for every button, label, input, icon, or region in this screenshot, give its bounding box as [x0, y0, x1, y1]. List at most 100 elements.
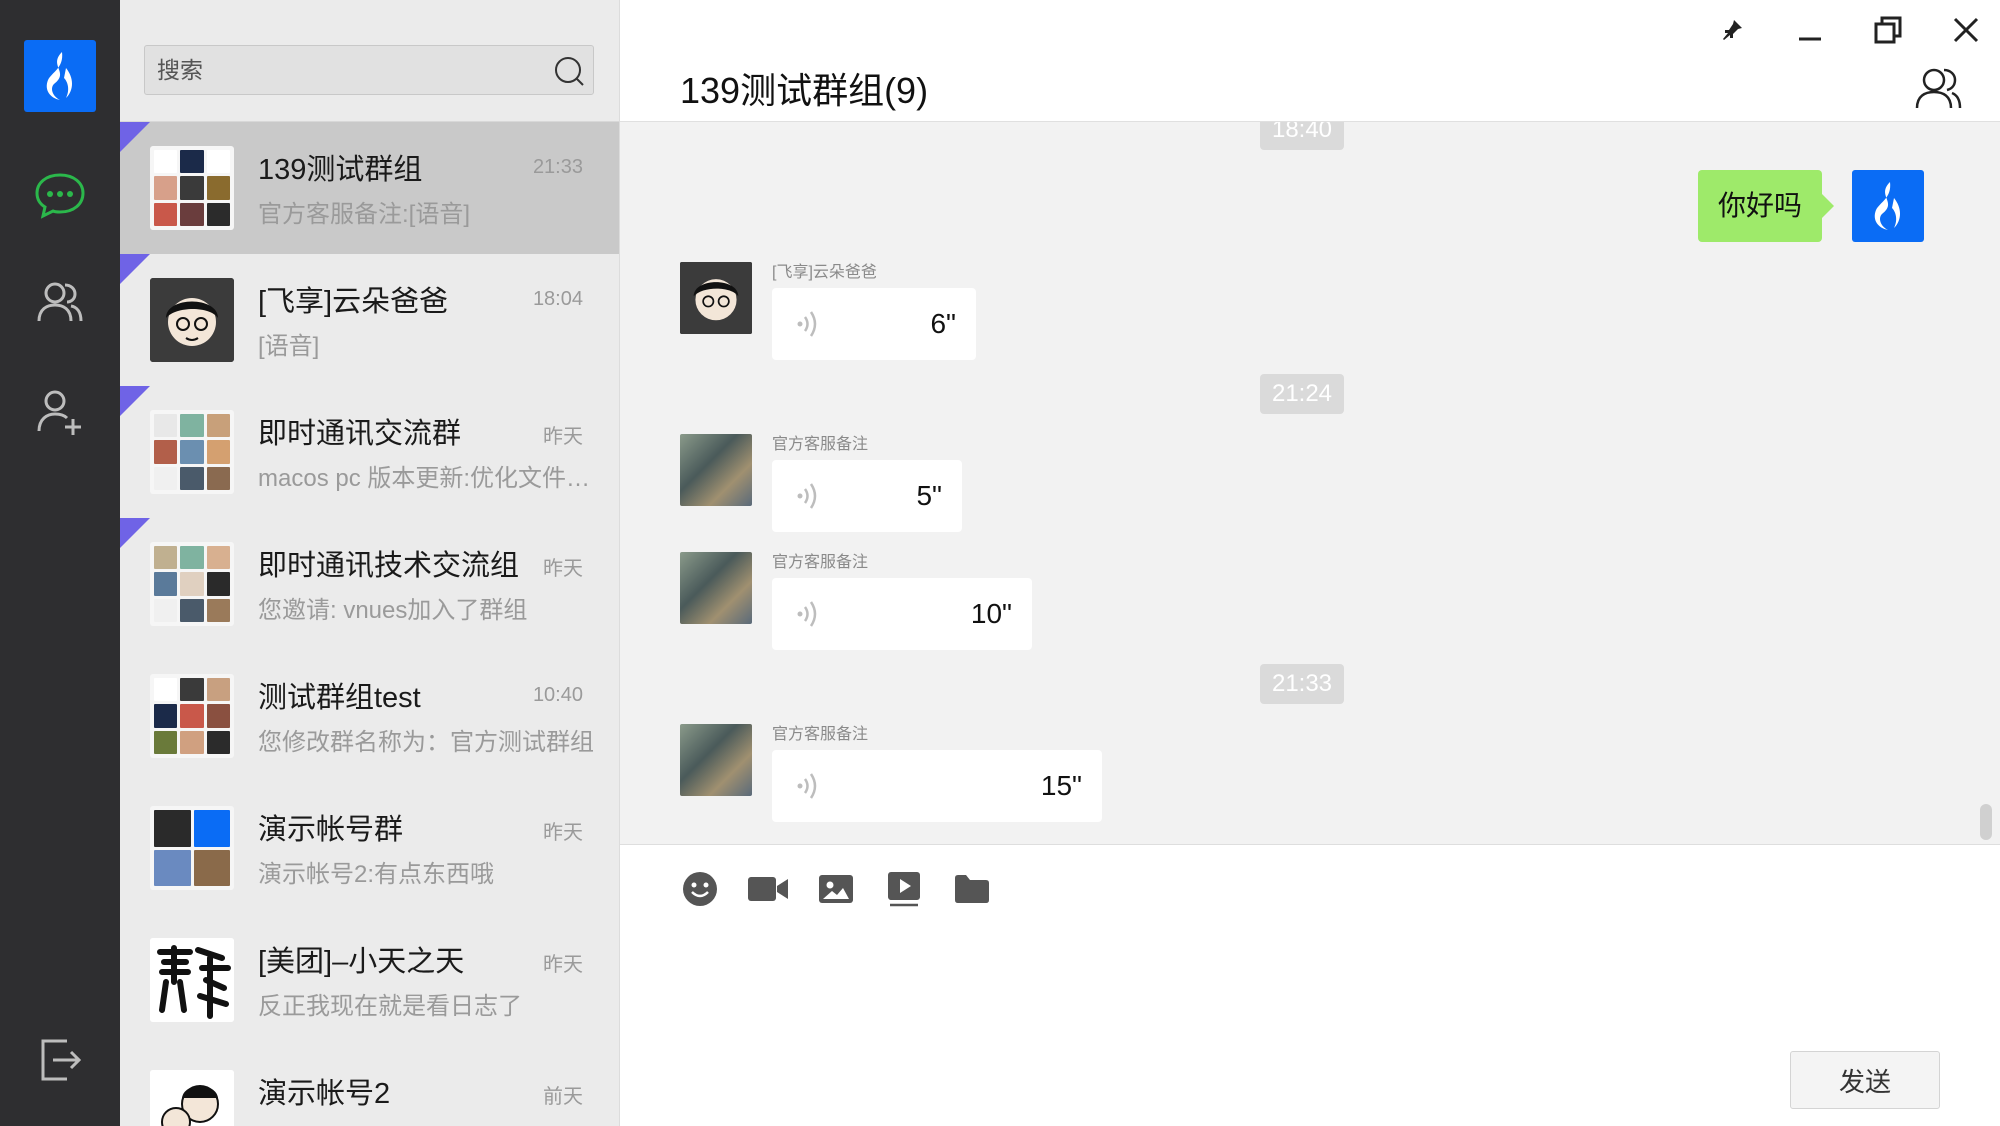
rail-chats-button[interactable] [30, 166, 90, 226]
conversation-item[interactable]: [美团]–小天之天 昨天 反正我现在就是看日志了 [120, 914, 619, 1046]
minimize-button[interactable] [1788, 8, 1832, 52]
message-input[interactable] [680, 935, 1940, 1035]
conversation-time: 昨天 [543, 954, 583, 976]
avatar [150, 806, 234, 890]
group-members-icon [1915, 68, 1962, 109]
pinned-marker [120, 386, 150, 416]
add-contact-icon [37, 390, 81, 435]
conversation-item[interactable]: 演示帐号群 昨天 演示帐号2:有点东西哦 [120, 782, 619, 914]
conversation-time: 21:33 [532, 156, 583, 178]
conversation-preview: 演示帐号2:有点东西哦 [258, 861, 495, 888]
voice-duration: 10" [970, 598, 1012, 629]
avatar[interactable] [680, 724, 752, 796]
conversation-name: 测试群组test [258, 682, 421, 714]
conversation-time: 18:04 [532, 288, 583, 310]
outgoing-message[interactable]: 你好吗 [1697, 170, 1835, 242]
self-avatar [1852, 170, 1924, 242]
video-file-icon [888, 872, 920, 907]
voice-duration: 15" [1040, 770, 1082, 801]
emoji-icon [683, 872, 717, 906]
avatar [150, 1070, 234, 1126]
message-timestamp: 21:24 [1260, 374, 1344, 414]
logout-icon [41, 1039, 82, 1081]
message-list[interactable]: 18:40 你好吗 [飞享]云朵爸爸 6" 21:24 官方客服备注 5" 官方… [620, 122, 2000, 844]
pin-window-button[interactable] [1710, 8, 1754, 52]
restore-button[interactable] [1866, 8, 1910, 52]
left-rail [0, 0, 120, 1126]
image-button[interactable] [812, 865, 860, 913]
search-box[interactable] [144, 45, 594, 95]
chat-title: 139测试群组(9) [680, 70, 929, 111]
video-call-button[interactable] [744, 865, 792, 913]
conversation-item[interactable]: 即时通讯技术交流组 昨天 您邀请: vnues加入了群组 [120, 518, 619, 650]
sender-name: [飞享]云朵爸爸 [772, 264, 877, 281]
conversation-preview: macos pc 版本更新:优化文件上传 [258, 465, 598, 492]
folder-button[interactable] [948, 865, 996, 913]
conversation-item[interactable]: 即时通讯交流群 昨天 macos pc 版本更新:优化文件上传 [120, 386, 619, 518]
sender-name: 官方客服备注 [772, 436, 869, 453]
conversation-preview: 您修改群名称为：官方测试群组 [258, 729, 594, 756]
avatar [150, 410, 234, 494]
voice-message[interactable]: 10" [772, 578, 1032, 650]
contacts-icon [37, 282, 83, 322]
conversation-name: 演示帐号群 [258, 814, 404, 846]
video-file-button[interactable] [880, 865, 928, 913]
emoji-button[interactable] [676, 865, 724, 913]
conversation-time: 昨天 [543, 558, 583, 580]
close-button[interactable] [1944, 8, 1988, 52]
rail-contacts-button[interactable] [30, 272, 90, 332]
app-window: 139测试群组 21:33 官方客服备注:[语音] [飞享]云朵爸爸 18:04… [0, 0, 2000, 1126]
scrollbar-thumb[interactable] [1980, 804, 1992, 840]
conversation-time: 前天 [543, 1086, 583, 1108]
conversation-list: 139测试群组 21:33 官方客服备注:[语音] [飞享]云朵爸爸 18:04… [120, 0, 620, 1126]
conversation-name: [美团]–小天之天 [258, 946, 465, 978]
voice-duration: 5" [916, 480, 942, 511]
voice-message[interactable]: 6" [772, 288, 976, 360]
sender-name: 官方客服备注 [772, 726, 869, 743]
logout-button[interactable] [30, 1030, 90, 1090]
search-bar [120, 0, 619, 122]
conversation-preview: 官方客服备注:[语音] [258, 201, 471, 228]
chat-bubble-icon [35, 173, 85, 219]
conversation-item[interactable]: 139测试群组 21:33 官方客服备注:[语音] [120, 122, 619, 254]
voice-message[interactable]: 15" [772, 750, 1102, 822]
voice-wave-icon [797, 601, 817, 627]
rail-add-contact-button[interactable] [30, 382, 90, 442]
chat-header: 139测试群组(9) [620, 0, 2000, 122]
conversation-time: 昨天 [543, 426, 583, 448]
conversation-item[interactable]: [飞享]云朵爸爸 18:04 [语音] [120, 254, 619, 386]
video-call-icon [748, 877, 788, 901]
conversation-name: 即时通讯技术交流组 [258, 550, 518, 582]
pin-icon [1723, 20, 1742, 40]
conversation-item[interactable]: 测试群组test 10:40 您修改群名称为：官方测试群组 [120, 650, 619, 782]
image-icon [819, 875, 853, 903]
send-button[interactable]: 发送 [1790, 1051, 1940, 1109]
pinned-marker [120, 122, 150, 152]
search-input[interactable] [157, 46, 537, 94]
avatar[interactable] [680, 434, 752, 506]
pinned-marker [120, 254, 150, 284]
avatar[interactable] [680, 552, 752, 624]
conversation-preview: 反正我现在就是看日志了 [258, 993, 522, 1020]
conversation-preview: [语音] [258, 333, 320, 360]
conversation-name: [飞享]云朵爸爸 [258, 286, 449, 318]
conversation-preview: 您邀请: vnues加入了群组 [258, 597, 528, 624]
voice-wave-icon [797, 311, 817, 337]
voice-wave-icon [797, 773, 817, 799]
conversation-item[interactable]: 演示帐号2 前天 [120, 1046, 619, 1126]
avatar [150, 542, 234, 626]
conversation-name: 139测试群组 [258, 154, 423, 186]
message-composer: 发送 [620, 844, 2000, 1126]
message-timestamp: 21:33 [1260, 664, 1344, 704]
close-icon [1953, 17, 1979, 43]
search-icon[interactable] [553, 55, 585, 87]
voice-duration: 6" [930, 308, 956, 339]
avatar [150, 146, 234, 230]
folder-icon [955, 875, 989, 903]
voice-message[interactable]: 5" [772, 460, 962, 532]
group-members-button[interactable] [1914, 64, 1962, 112]
conversation-name: 演示帐号2 [258, 1078, 391, 1110]
chat-panel: 139测试群组(9) 18:40 你好吗 [飞享]云朵爸爸 6" 21:24 官… [620, 0, 2000, 1126]
avatar[interactable] [680, 262, 752, 334]
avatar [150, 674, 234, 758]
